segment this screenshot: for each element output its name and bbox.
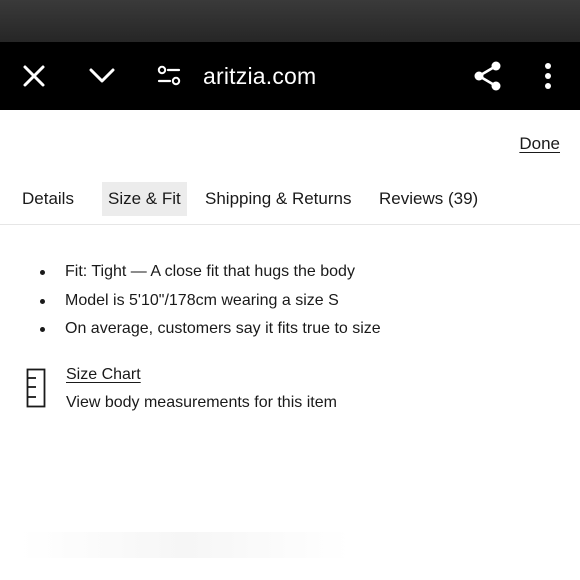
fit-point-text: Model is 5'10"/178cm wearing a size S bbox=[65, 291, 339, 309]
fit-details-list: Fit: Tight — A close fit that hugs the b… bbox=[40, 258, 381, 344]
tab-reviews[interactable]: Reviews (39) bbox=[379, 182, 478, 216]
tab-size-and-fit[interactable]: Size & Fit bbox=[102, 182, 187, 216]
tab-shipping-and-returns[interactable]: Shipping & Returns bbox=[205, 182, 351, 216]
url-text[interactable]: aritzia.com bbox=[203, 42, 316, 110]
share-icon[interactable] bbox=[470, 42, 506, 110]
more-vertical-icon[interactable] bbox=[532, 42, 564, 110]
bullet-icon bbox=[40, 327, 45, 332]
size-chart-section: Size Chart View body measurements for th… bbox=[26, 364, 446, 420]
size-chart-description: View body measurements for this item bbox=[66, 394, 337, 411]
site-settings-icon[interactable] bbox=[154, 42, 184, 110]
product-info-tabs: Details Size & Fit Shipping & Returns Re… bbox=[0, 180, 580, 225]
size-chart-link[interactable]: Size Chart bbox=[66, 366, 141, 384]
chevron-down-icon[interactable] bbox=[84, 42, 120, 110]
done-button[interactable]: Done bbox=[519, 134, 560, 154]
bullet-icon bbox=[40, 298, 45, 304]
status-bar-area bbox=[0, 0, 580, 42]
bottom-fade bbox=[20, 532, 350, 558]
list-item: On average, customers say it fits true t… bbox=[40, 315, 381, 344]
fit-point-text: Fit: Tight — A close fit that hugs the b… bbox=[65, 263, 355, 280]
close-icon[interactable] bbox=[16, 42, 52, 110]
tab-details[interactable]: Details bbox=[22, 182, 74, 216]
fit-point-text: On average, customers say it fits true t… bbox=[65, 320, 381, 337]
list-item: Model is 5'10"/178cm wearing a size S bbox=[40, 287, 381, 316]
bullet-icon bbox=[40, 270, 45, 275]
ruler-icon bbox=[26, 368, 48, 413]
browser-toolbar: aritzia.com bbox=[0, 42, 580, 110]
list-item: Fit: Tight — A close fit that hugs the b… bbox=[40, 258, 381, 287]
